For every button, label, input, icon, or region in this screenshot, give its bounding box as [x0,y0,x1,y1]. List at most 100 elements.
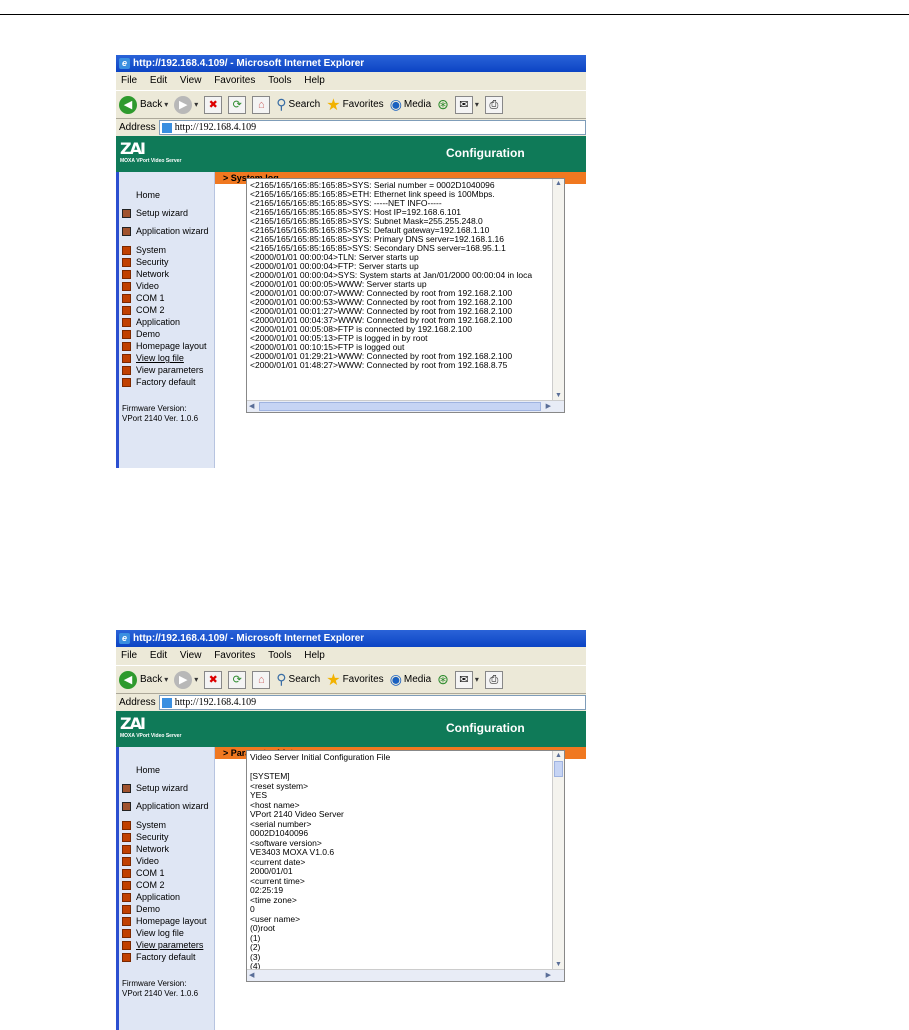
sidebar-item-factory-default[interactable]: Factory default [122,951,214,963]
sidebar-item-homepage-layout[interactable]: Homepage layout [122,340,214,352]
scroll-thumb[interactable] [554,761,563,777]
sidebar-item-application[interactable]: Application [122,891,214,903]
sidebar-item-com2[interactable]: COM 2 [122,879,214,891]
scroll-thumb[interactable] [259,402,541,411]
sidebar-item-view-parameters[interactable]: View parameters [122,939,214,951]
stop-button[interactable]: ✖ [204,95,223,114]
expand-icon [122,317,131,327]
main-pane: > System log <2165/165/165:85:165:85>SYS… [215,172,586,468]
sidebar-item-com2[interactable]: COM 2 [122,304,214,316]
stop-icon: ✖ [204,670,223,689]
menu-file[interactable]: File [121,75,137,86]
address-input[interactable]: http://192.168.4.109 [158,695,586,710]
menu-bar: File Edit View Favorites Tools Help [116,647,586,665]
sidebar-item-demo[interactable]: Demo [122,328,214,340]
wizard-icon [122,208,131,218]
favorites-button[interactable]: ★ Favorites [326,670,383,690]
sidebar-item-factory-default[interactable]: Factory default [122,376,214,388]
sidebar-item-homepage-layout[interactable]: Homepage layout [122,915,214,927]
sidebar-item-video[interactable]: Video [122,280,214,292]
menu-file[interactable]: File [121,650,137,661]
sidebar-item-view-log-file[interactable]: View log file [122,352,214,364]
forward-button[interactable]: ▶ ▾ [174,95,198,114]
history-button[interactable]: ⊛ [437,671,449,688]
media-button[interactable]: ◉ Media [390,96,431,113]
menu-bar: File Edit View Favorites Tools Help [116,72,586,90]
refresh-button[interactable]: ⟳ [228,670,247,689]
sidebar-item-application[interactable]: Application [122,316,214,328]
sidebar-item-home[interactable]: Home [122,190,214,200]
history-button[interactable]: ⊛ [437,96,449,113]
mail-button[interactable]: ✉ ▾ [454,95,479,114]
parameter-list-textarea[interactable]: Video Server Initial Configuration File … [246,750,565,982]
sidebar-item-view-log-file[interactable]: View log file [122,927,214,939]
menu-view[interactable]: View [180,650,202,661]
sidebar-item-network[interactable]: Network [122,843,214,855]
favorites-button[interactable]: ★ Favorites [326,95,383,115]
menu-tools[interactable]: Tools [268,75,291,86]
menu-favorites[interactable]: Favorites [214,650,255,661]
sidebar-item-com1[interactable]: COM 1 [122,292,214,304]
search-button[interactable]: ⚲ Search [276,96,320,113]
search-button[interactable]: ⚲ Search [276,671,320,688]
menu-edit[interactable]: Edit [150,75,167,86]
vertical-scrollbar[interactable]: ▲ ▼ [552,179,564,400]
print-button[interactable]: ⎙ [484,95,503,114]
home-icon: ⌂ [252,670,271,689]
firmware-version: VPort 2140 Ver. 1.0.6 [122,414,199,423]
menu-favorites[interactable]: Favorites [214,75,255,86]
sidebar-item-network[interactable]: Network [122,268,214,280]
sidebar-item-application-wizard[interactable]: Application wizard [122,226,214,236]
horizontal-scrollbar[interactable]: ◀ ▶ [247,969,564,981]
back-button[interactable]: ◀ Back ▾ [119,670,169,689]
refresh-icon: ⟳ [228,670,247,689]
media-button[interactable]: ◉ Media [390,671,431,688]
expand-icon [122,880,131,890]
back-button[interactable]: ◀ Back ▾ [119,95,169,114]
expand-icon [122,293,131,303]
home-button[interactable]: ⌂ [252,670,271,689]
sidebar-item-system[interactable]: System [122,819,214,831]
sidebar-item-application-wizard[interactable]: Application wizard [122,801,214,811]
menu-edit[interactable]: Edit [150,650,167,661]
vertical-scrollbar[interactable]: ▲ ▼ [552,751,564,969]
menu-help[interactable]: Help [304,650,325,661]
menu-help[interactable]: Help [304,75,325,86]
expand-icon [122,329,131,339]
firmware-version: VPort 2140 Ver. 1.0.6 [122,989,199,998]
address-label: Address [119,697,156,708]
sidebar-item-view-parameters[interactable]: View parameters [122,364,214,376]
sidebar-item-home[interactable]: Home [122,765,214,775]
address-input[interactable]: http://192.168.4.109 [158,120,586,135]
expand-icon [122,365,131,375]
sidebar-item-video[interactable]: Video [122,855,214,867]
refresh-icon: ⟳ [228,95,247,114]
sidebar-item-com1[interactable]: COM 1 [122,867,214,879]
wizard-icon [122,226,131,236]
expand-icon [122,353,131,363]
sidebar-item-demo[interactable]: Demo [122,903,214,915]
history-icon: ⊛ [437,671,449,687]
address-url: http://192.168.4.109 [174,122,257,133]
dropdown-arrow-icon: ▾ [164,100,169,109]
sidebar-item-setup-wizard[interactable]: Setup wizard [122,208,214,218]
logo-mark-icon: ZAI [120,139,146,158]
menu-view[interactable]: View [180,75,202,86]
stop-button[interactable]: ✖ [204,670,223,689]
forward-button[interactable]: ▶ ▾ [174,670,198,689]
refresh-button[interactable]: ⟳ [228,95,247,114]
sidebar-item-security[interactable]: Security [122,831,214,843]
horizontal-scrollbar[interactable]: ◀ ▶ [247,400,564,412]
address-bar: Address http://192.168.4.109 [116,119,586,136]
dropdown-arrow-icon: ▾ [164,675,169,684]
system-log-textarea[interactable]: <2165/165/165:85:165:85>SYS: Serial numb… [246,178,565,413]
home-button[interactable]: ⌂ [252,95,271,114]
sidebar-nav: Home Setup wizard Application wizard Sys… [116,190,214,388]
sidebar-item-system[interactable]: System [122,244,214,256]
expand-icon [122,856,131,866]
sidebar-item-security[interactable]: Security [122,256,214,268]
sidebar-item-setup-wizard[interactable]: Setup wizard [122,783,214,793]
print-button[interactable]: ⎙ [484,670,503,689]
menu-tools[interactable]: Tools [268,650,291,661]
mail-button[interactable]: ✉ ▾ [454,670,479,689]
